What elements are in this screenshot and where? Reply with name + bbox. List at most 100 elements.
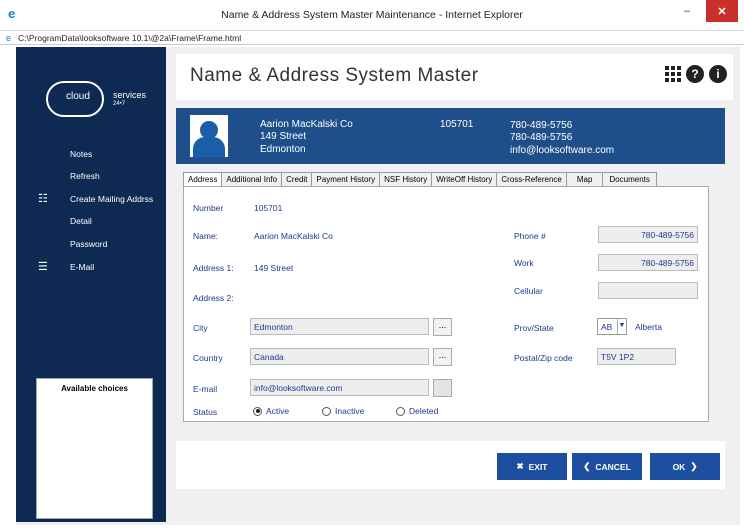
exit-button[interactable]: ✖ EXIT xyxy=(497,453,567,480)
country-input[interactable]: Canada xyxy=(250,348,429,365)
city-lookup-button[interactable]: ... xyxy=(433,318,452,336)
sidebar-item-label: Create Mailing Addrss xyxy=(70,194,154,204)
logo-services-text: services 24•7 xyxy=(113,91,146,109)
footer-bar xyxy=(176,441,725,489)
prov-code: AB xyxy=(601,322,613,332)
email-action-button[interactable] xyxy=(433,379,452,397)
sidebar-item-create-mailing[interactable]: ☷ Create Mailing Addrss xyxy=(16,192,166,206)
prov-label: Prov/State xyxy=(514,323,554,333)
sidebar-item-password[interactable]: Password xyxy=(16,237,166,251)
sidebar-item-refresh[interactable]: Refresh xyxy=(16,169,166,183)
ok-button[interactable]: OK ❯ xyxy=(650,453,720,480)
city-label: City xyxy=(193,323,208,333)
name-label: Name: xyxy=(193,231,219,241)
chevron-left-icon: ❮ xyxy=(583,461,591,471)
work-label: Work xyxy=(514,258,534,268)
email-input[interactable]: info@looksoftware.com xyxy=(250,379,429,396)
info-icon[interactable]: i xyxy=(709,65,727,83)
sidebar-item-email[interactable]: ☰ E-Mail xyxy=(16,260,166,274)
sidebar-item-notes[interactable]: Notes xyxy=(16,147,166,161)
cancel-button[interactable]: ❮ CANCEL xyxy=(572,453,642,480)
address-bar[interactable]: e C:\ProgramData\looksoftware 10.1\@2a\F… xyxy=(0,31,744,45)
postal-input[interactable]: T5V 1P2 xyxy=(597,348,676,365)
prov-select[interactable]: AB ▼ xyxy=(597,318,627,335)
banner-work-phone: 780-489-5756 xyxy=(510,132,573,143)
header-icons: ? i xyxy=(665,65,727,83)
address2-label: Address 2: xyxy=(193,293,234,303)
banner-email: info@looksoftware.com xyxy=(510,145,615,156)
status-inactive-label: Inactive xyxy=(335,406,365,416)
close-button[interactable]: ✕ xyxy=(706,0,738,22)
tab-cross-reference[interactable]: Cross-Reference xyxy=(496,172,567,186)
postal-label: Postal/Zip code xyxy=(514,353,573,363)
cellular-label: Cellular xyxy=(514,286,543,296)
prov-name: Alberta xyxy=(635,322,662,332)
ok-label: OK xyxy=(672,461,686,472)
page-header: Name & Address System Master ? i xyxy=(176,54,733,100)
tab-nsf-history[interactable]: NSF History xyxy=(379,172,433,186)
apps-grid-icon[interactable] xyxy=(665,66,681,82)
radio-unselected-icon xyxy=(396,406,405,416)
minimize-button[interactable]: – xyxy=(676,0,698,22)
tab-address[interactable]: Address xyxy=(183,172,223,187)
status-label: Status xyxy=(193,407,218,417)
email-label: E-mail xyxy=(193,384,218,394)
status-deleted-label: Deleted xyxy=(409,406,439,416)
tab-map[interactable]: Map xyxy=(565,172,604,186)
window-title: Name & Address System Master Maintenance… xyxy=(221,9,523,21)
status-active-label: Active xyxy=(266,406,290,416)
number-label: Number xyxy=(193,203,224,213)
sidebar-item-label: Refresh xyxy=(70,171,100,181)
logo-cloud-text: cloud xyxy=(66,91,90,102)
sidebar-item-label: Password xyxy=(70,239,108,249)
tab-writeoff-history[interactable]: WriteOff History xyxy=(431,172,498,186)
cancel-label: CANCEL xyxy=(595,461,631,472)
number-value: 105701 xyxy=(254,203,283,213)
tab-bar: Address Additional Info Credit Payment H… xyxy=(183,172,657,187)
logo-services-label: services xyxy=(113,90,147,100)
banner-city: Edmonton xyxy=(260,144,306,155)
tab-credit[interactable]: Credit xyxy=(281,172,313,186)
country-label: Country xyxy=(193,353,223,363)
sidebar-item-detail[interactable]: Detail xyxy=(16,214,166,228)
banner-number: 105701 xyxy=(440,119,474,130)
avatar xyxy=(190,115,228,157)
status-deleted-radio[interactable]: Deleted xyxy=(396,406,438,416)
radio-selected-icon xyxy=(253,406,262,416)
menu-icon: ☰ xyxy=(38,261,48,273)
sidebar-item-label: Notes xyxy=(70,149,93,159)
customer-banner: Aarion MacKalski Co 149 Street Edmonton … xyxy=(176,108,725,164)
window-titlebar: e Name & Address System Master Maintenan… xyxy=(0,0,744,31)
phone-label: Phone # xyxy=(514,231,546,241)
available-choices-header: Available choices xyxy=(61,384,128,393)
banner-street: 149 Street xyxy=(260,131,307,142)
available-choices-panel[interactable]: Available choices xyxy=(36,378,153,519)
sidebar: cloud services 24•7 Notes Refresh ☷ Crea… xyxy=(16,47,166,522)
url-text: C:\ProgramData\looksoftware 10.1\@2a\Fra… xyxy=(18,33,242,43)
tab-additional-info[interactable]: Additional Info xyxy=(221,172,283,186)
list-icon: ☷ xyxy=(38,193,48,205)
country-lookup-button[interactable]: ... xyxy=(433,348,452,366)
banner-name: Aarion MacKalski Co xyxy=(260,119,353,130)
sidebar-item-label: Detail xyxy=(70,216,92,226)
logo-tagline: 24•7 xyxy=(113,101,126,107)
name-value: Aarion MacKalski Co xyxy=(254,231,333,241)
status-inactive-radio[interactable]: Inactive xyxy=(322,406,364,416)
status-active-radio[interactable]: Active xyxy=(253,406,289,416)
cloud-services-logo: cloud services 24•7 xyxy=(46,81,151,121)
close-x-icon: ✖ xyxy=(516,461,524,471)
tab-documents[interactable]: Documents xyxy=(602,172,657,186)
address1-label: Address 1: xyxy=(193,263,234,273)
exit-label: EXIT xyxy=(528,461,548,472)
tab-payment-history[interactable]: Payment History xyxy=(311,172,381,186)
work-input[interactable]: 780-489-5756 xyxy=(598,254,698,271)
chevron-down-icon: ▼ xyxy=(617,319,626,334)
page-title: Name & Address System Master xyxy=(190,65,479,86)
city-input[interactable]: Edmonton xyxy=(250,318,429,335)
phone-input[interactable]: 780-489-5756 xyxy=(598,226,698,243)
page-icon: e xyxy=(6,33,12,43)
cellular-input[interactable] xyxy=(598,282,698,299)
help-icon[interactable]: ? xyxy=(686,65,704,83)
sidebar-item-label: E-Mail xyxy=(70,262,95,272)
address1-value: 149 Street xyxy=(254,263,294,273)
